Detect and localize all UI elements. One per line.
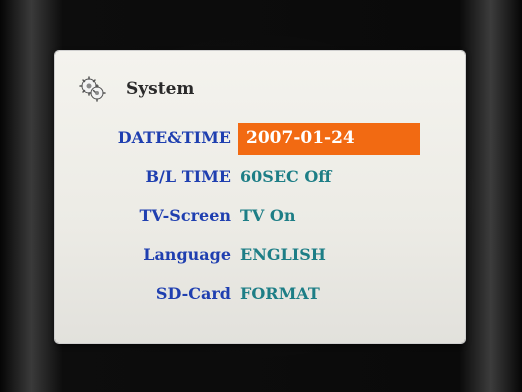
menu-item-label: SD-Card: [155, 284, 231, 303]
menu-item-value[interactable]: ENGLISH: [240, 245, 326, 264]
menu-item-value[interactable]: 2007-01-24: [246, 128, 355, 148]
menu-item-value[interactable]: TV On: [240, 206, 295, 225]
menu-item-language[interactable]: Language ENGLISH: [55, 241, 465, 271]
menu-item-sd-card[interactable]: SD-Card FORMAT: [55, 280, 465, 310]
menu-item-label: B/L TIME: [145, 167, 231, 186]
menu-item-value[interactable]: FORMAT: [240, 284, 320, 303]
menu-item-value[interactable]: 60SEC Off: [240, 167, 331, 186]
menu-item-date-time[interactable]: DATE&TIME 2007-01-24: [55, 123, 465, 155]
menu-item-label: TV-Screen: [139, 206, 231, 225]
menu-item-tv-screen[interactable]: TV-Screen TV On: [55, 202, 465, 232]
menu-item-label: Language: [143, 245, 231, 264]
menu-item-label: DATE&TIME: [117, 128, 231, 147]
gear-icon: [79, 76, 106, 102]
menu-title: System: [126, 79, 195, 99]
menu-header: System: [78, 73, 194, 105]
menu-item-bl-time[interactable]: B/L TIME 60SEC Off: [55, 163, 465, 193]
system-menu-panel: System DATE&TIME 2007-01-24 B/L TIME 60S…: [55, 51, 465, 343]
